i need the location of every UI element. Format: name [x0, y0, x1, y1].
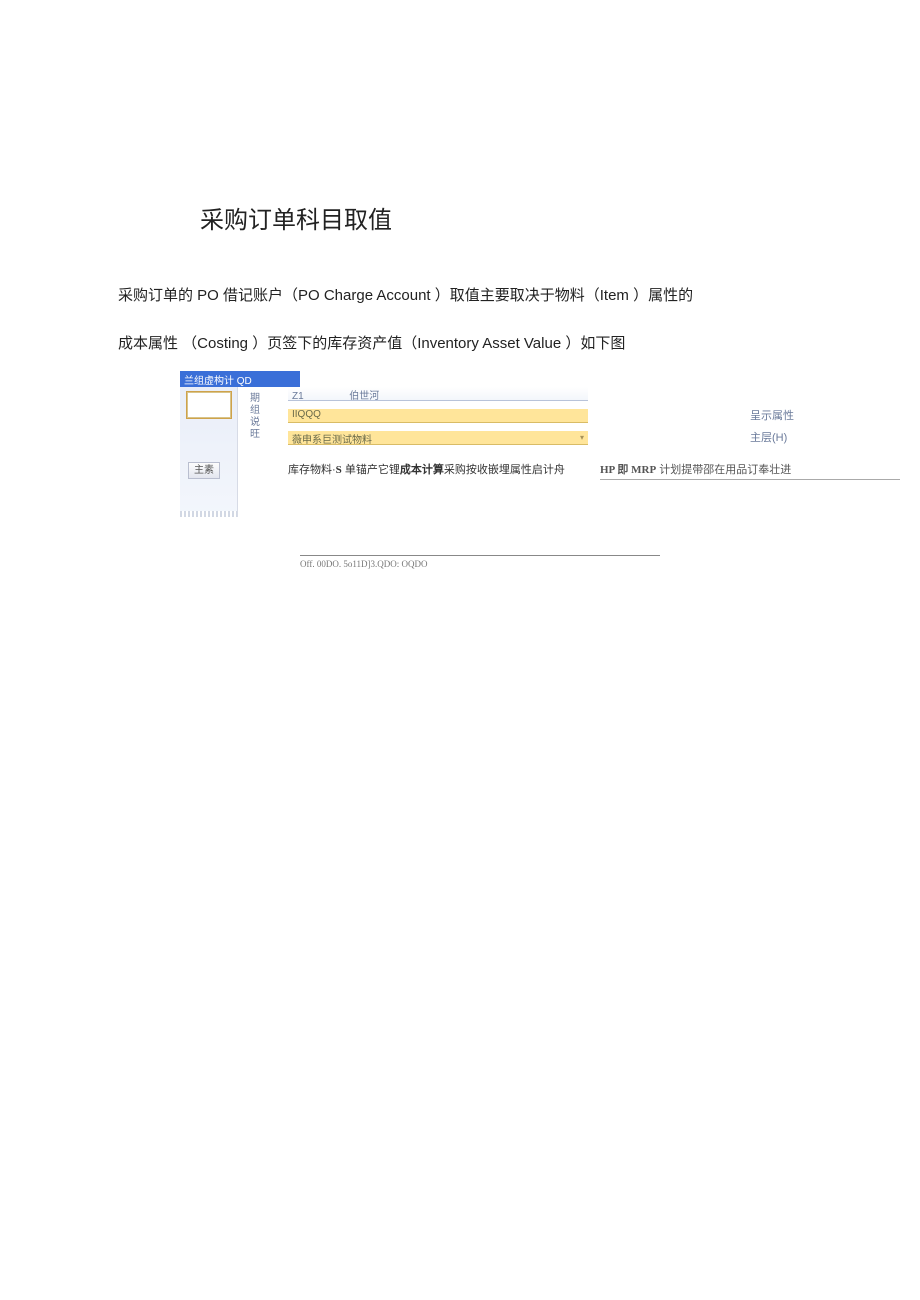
paragraph-1: 采购订单的 PO 借记账户（PO Charge Account ）取值主要取决于…: [118, 275, 860, 317]
desc-bold-cost: 成本计算: [400, 464, 444, 476]
desc-mid1: 单锚产它锂: [342, 464, 400, 476]
field-row-2[interactable]: IIQQQ: [288, 409, 588, 423]
mrp-pre: HP 即: [600, 464, 631, 476]
field-row-1[interactable]: Z1 伯世河: [288, 387, 588, 401]
field-row-1-text: 伯世河: [349, 391, 379, 401]
thumbnail-column: [180, 387, 238, 517]
field-row-3[interactable]: 薇申系巨测试物料 ▾: [288, 431, 588, 445]
field-row-3-text: 薇申系巨测试物料: [292, 435, 372, 445]
small-button-main[interactable]: 主素: [188, 462, 220, 479]
thumbnail-scroll-stripe: [180, 511, 237, 517]
side-links: 呈示属性 主层(H): [750, 407, 860, 451]
footer-rule: [300, 555, 660, 556]
field-row-1-code: Z1: [292, 391, 304, 401]
desc-rest: 采购按收嵌埋属性启计舟: [444, 464, 565, 476]
dropdown-caret-icon: ▾: [580, 433, 584, 442]
embedded-screenshot: 一□1x1 兰组虚构计 QD 主素 期 组 说 旺 Z1 伯世河: [110, 371, 910, 531]
form-area: 期 组 说 旺 Z1 伯世河 IIQQQ 薇申系巨测试物料: [250, 387, 710, 511]
desc-pre: 库存物料·: [288, 464, 336, 476]
paragraph-2: 成本属性 （Costing ）页签下的库存资产值（Inventory Asset…: [118, 323, 860, 365]
mrp-rest: 计划提带邵在用品订奉壮进: [656, 464, 791, 476]
mrp-bold: MRP: [631, 464, 656, 476]
window-titlebar: 兰组虚构计 QD: [180, 371, 300, 387]
field-row-2-text: IIQQQ: [292, 409, 321, 420]
side-link-main-level[interactable]: 主层(H): [750, 429, 860, 445]
side-link-show-attr[interactable]: 呈示属性: [750, 407, 860, 423]
footer-caption: Off. 00DO. 5o11D]3.QDO: OQDO: [300, 559, 428, 569]
thumbnail-item[interactable]: [186, 391, 232, 419]
form-description-line: 库存物料·S 单锚产它锂成本计算采购按收嵌埋属性启计舟: [288, 461, 565, 477]
mrp-plan-line: HP 即 MRP 计划提带邵在用品订奉壮进: [600, 461, 900, 480]
page-title: 采购订单科目取值: [200, 200, 860, 235]
